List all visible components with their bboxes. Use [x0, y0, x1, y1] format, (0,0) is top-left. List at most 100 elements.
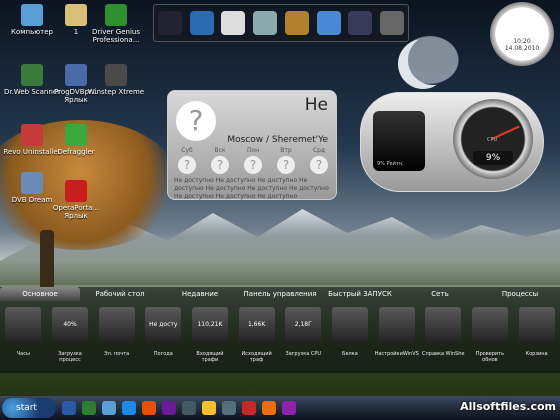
- desktop-icon[interactable]: Winstep Xtreme: [86, 64, 146, 96]
- gadget-panel: Основное Рабочий стол Недавние Панель управ…: [0, 287, 560, 373]
- dock-bar: [153, 4, 409, 42]
- taskbar-app-icon[interactable]: [182, 401, 196, 415]
- forecast-day: Пон?: [244, 147, 262, 174]
- gadget-icon: [518, 307, 555, 343]
- forecast-unknown-icon: ?: [211, 156, 229, 174]
- weather-temperature: He: [304, 95, 328, 115]
- panel-tabs: Основное Рабочий стол Недавние Панель управ…: [0, 287, 560, 301]
- cpu-scope: 9% Рейтн.: [373, 111, 425, 171]
- gadget-tile[interactable]: 110,21K Входящий трафи: [188, 307, 232, 363]
- panel-tab[interactable]: Недавние: [160, 287, 240, 301]
- gadget-tile[interactable]: Справка WinShe: [421, 307, 465, 363]
- gadget-tile[interactable]: Белка: [328, 307, 372, 363]
- app-icon: [21, 124, 43, 146]
- clock-icon[interactable]: [221, 11, 246, 35]
- panel-tab[interactable]: Панель управления: [240, 287, 320, 301]
- gadget-icon: [98, 307, 135, 343]
- desktop-icon[interactable]: Driver Genius Professiona...: [86, 4, 146, 44]
- gadget-label: Входящий трафи: [196, 351, 224, 363]
- desktop-icon-label: Driver Genius Professiona...: [92, 28, 140, 44]
- pictures-icon[interactable]: [316, 11, 341, 35]
- gadget-label: НастройкиWinVS: [374, 351, 419, 357]
- desktop-icon-label: 1: [73, 28, 79, 36]
- forecast-day: Втр?: [277, 147, 295, 174]
- forecast-day: Вск?: [211, 147, 229, 174]
- forecast-day-label: Вск: [214, 147, 226, 154]
- desktop-icon[interactable]: Defraggler: [46, 124, 106, 156]
- clock-date: 14.08.2010: [504, 45, 540, 52]
- taskbar-app-icon[interactable]: [82, 401, 96, 415]
- taskbar-app-icon[interactable]: [122, 401, 136, 415]
- weather-city: Moscow / Sheremet'Ye: [227, 135, 328, 145]
- taskbar-app-icon[interactable]: [202, 401, 216, 415]
- gadget-label: Загрузка CPU: [285, 351, 322, 357]
- weather-widget[interactable]: ? He Moscow / Sheremet'Ye Суб? Вск? Пон? Вт…: [167, 90, 337, 200]
- taskbar-app-icon[interactable]: [62, 401, 76, 415]
- app-icon: [105, 64, 127, 86]
- weather-unknown-icon: ?: [176, 101, 216, 141]
- taskbar-app-icon[interactable]: [222, 401, 236, 415]
- gadget-tile[interactable]: Часы: [1, 307, 45, 363]
- gadget-label: Справка WinShe: [422, 351, 465, 357]
- start-button[interactable]: start: [2, 398, 56, 418]
- gadget-label: Загрузка процесс: [58, 351, 82, 363]
- watermark: Allsoftfiles.com: [460, 400, 556, 413]
- tree-trunk: [40, 230, 54, 290]
- NEXUS-icon[interactable]: [157, 11, 182, 35]
- gadget-tile[interactable]: НастройкиWinVS: [375, 307, 419, 363]
- app-icon: [65, 124, 87, 146]
- app-icon: [21, 64, 43, 86]
- gadget-label: Исходящий траф: [241, 351, 272, 363]
- gadget-icon: 1,66K: [238, 307, 275, 343]
- clock-time: 10:20: [513, 38, 531, 45]
- cpu-percent: 9%: [473, 151, 513, 165]
- forecast-unknown-icon: ?: [277, 156, 295, 174]
- taskbar-app-icon[interactable]: [282, 401, 296, 415]
- panel-gadgets: Часы 40% Загрузка процесс Эл. почта Не досту…: [0, 301, 560, 363]
- media-icon[interactable]: [348, 11, 373, 35]
- gadget-icon: 110,21K: [191, 307, 228, 343]
- forecast-unknown-icon: ?: [178, 156, 196, 174]
- forecast-unknown-icon: ?: [310, 156, 328, 174]
- desktop-icon-label: OperaPorta... Ярлык: [52, 204, 100, 220]
- desktop-icon-label: Defraggler: [57, 148, 95, 156]
- gadget-label: Белка: [342, 351, 358, 357]
- app-icon: [105, 4, 127, 26]
- gadget-label: Корзина: [525, 351, 548, 357]
- taskbar-app-icon[interactable]: [102, 401, 116, 415]
- cpu-label: CPU: [487, 137, 498, 143]
- gadget-tile[interactable]: 2,18Г Загрузка CPU: [281, 307, 325, 363]
- desktop-icon[interactable]: OperaPorta... Ярлык: [46, 180, 106, 220]
- cpu-meter-widget[interactable]: 9% Рейтн. CPU 9%: [360, 92, 544, 192]
- gadget-icon: [5, 307, 42, 343]
- gadget-label: Проверить обнов: [475, 351, 505, 363]
- weather-forecast: Суб? Вск? Пон? Втр? Срд?: [178, 147, 328, 174]
- gadget-tile[interactable]: 40% Загрузка процесс: [48, 307, 92, 363]
- app-icon: [65, 4, 87, 26]
- gadget-tile[interactable]: Эл. почта: [95, 307, 139, 363]
- gadget-tile[interactable]: Проверить обнов: [468, 307, 512, 363]
- panel-tab[interactable]: Рабочий стол: [80, 287, 160, 301]
- forecast-day: Суб?: [178, 147, 196, 174]
- clock-widget[interactable]: 10:20 14.08.2010: [490, 2, 554, 66]
- gadget-tile[interactable]: Корзина: [515, 307, 559, 363]
- taskbar-app-icon[interactable]: [242, 401, 256, 415]
- gadget-tile[interactable]: 1,66K Исходящий траф: [235, 307, 279, 363]
- windows-icon[interactable]: [189, 11, 214, 35]
- gadget-tile[interactable]: Не досту Погода: [141, 307, 185, 363]
- panel-tab[interactable]: Основное: [0, 287, 80, 301]
- forecast-day-label: Втр: [280, 147, 292, 154]
- taskbar-app-icon[interactable]: [142, 401, 156, 415]
- taskbar-app-icon[interactable]: [162, 401, 176, 415]
- panel-tab[interactable]: Сеть: [400, 287, 480, 301]
- panel-tab[interactable]: Процессы: [480, 287, 560, 301]
- taskbar-items: [56, 401, 296, 415]
- panel-tab[interactable]: Быстрый ЗАПУСК: [320, 287, 400, 301]
- taskbar-app-icon[interactable]: [262, 401, 276, 415]
- radar-icon[interactable]: [284, 11, 309, 35]
- gadget-icon: [425, 307, 462, 343]
- trash-icon[interactable]: [253, 11, 278, 35]
- misc-icon[interactable]: [380, 11, 405, 35]
- app-icon: [65, 64, 87, 86]
- desktop-icon-label: Winstep Xtreme: [87, 88, 145, 96]
